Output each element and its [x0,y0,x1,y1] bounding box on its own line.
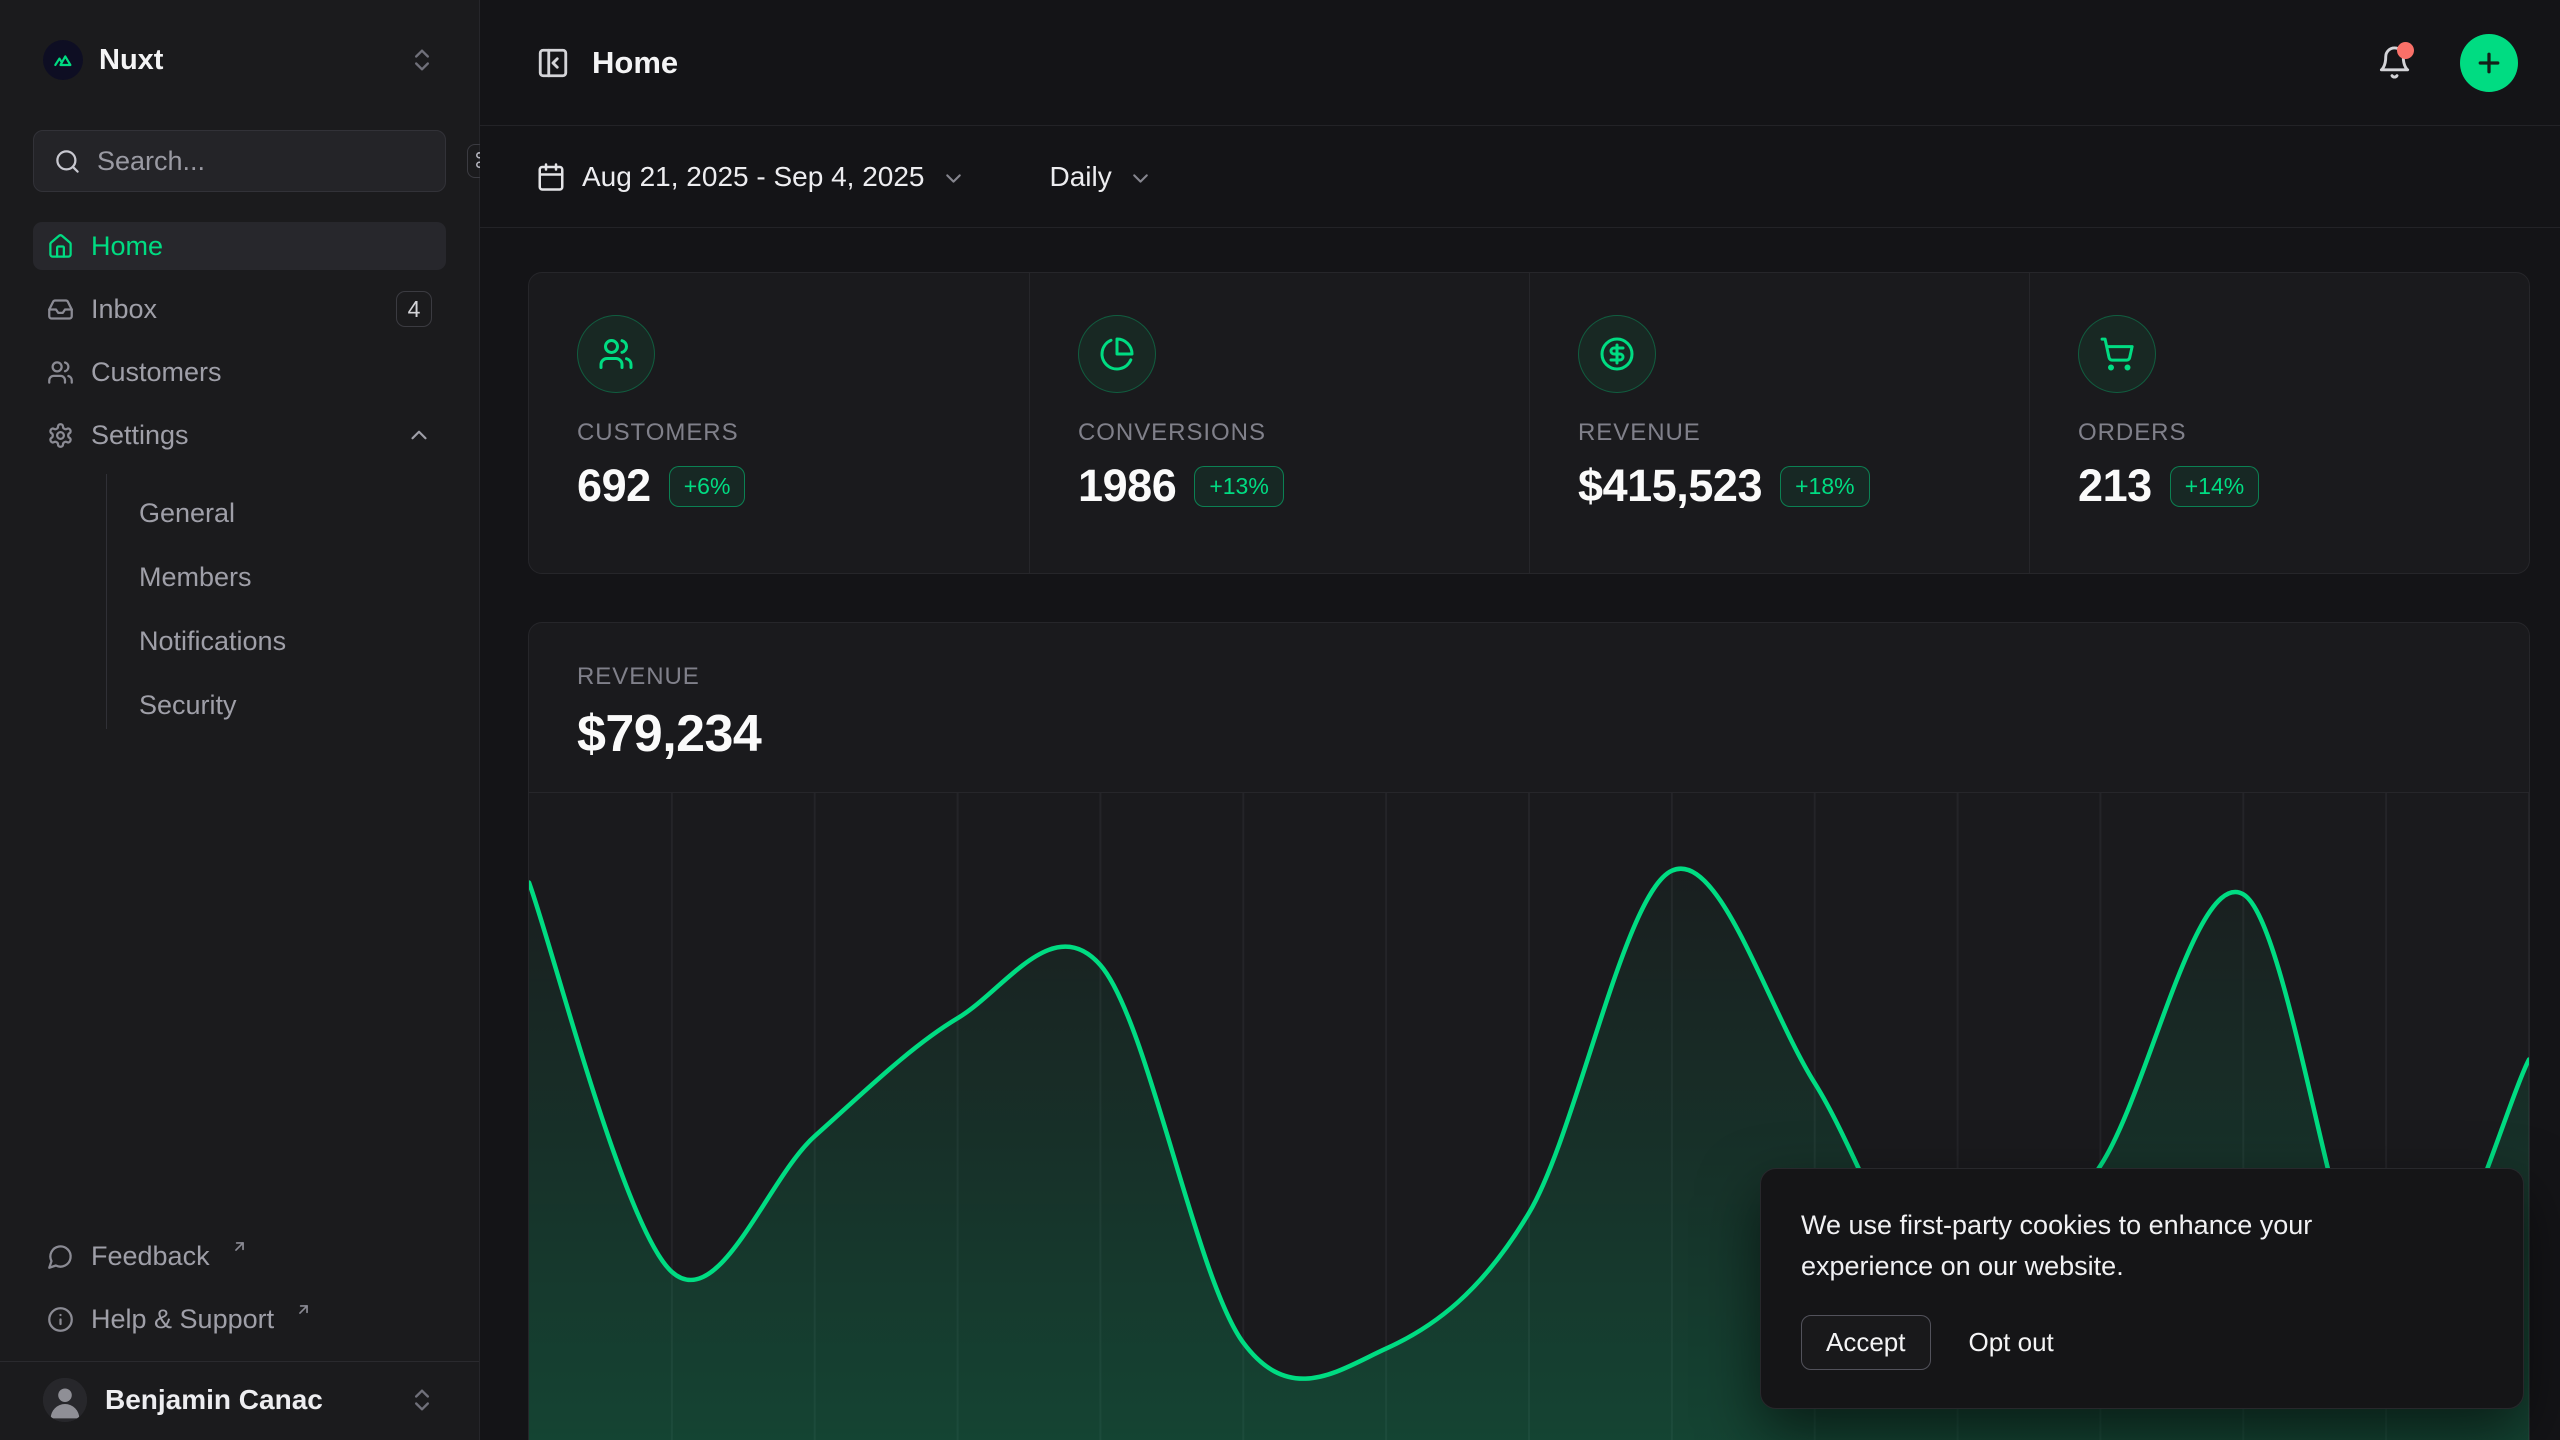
sidebar-item-members[interactable]: Members [107,553,413,601]
sidebar-subitem-label: Security [139,690,237,721]
inbox-icon [47,296,74,323]
granularity-value: Daily [1050,161,1112,193]
sidebar-item-label: Inbox [91,294,157,325]
sidebar: Nuxt ⌘ K Home [0,0,480,1440]
chevron-down-icon [941,166,966,191]
settings-subnav: General Members Notifications Security [106,474,413,729]
sidebar-subitem-label: General [139,498,235,529]
search-box[interactable]: ⌘ K [33,130,446,192]
stat-value: 1986 [1078,460,1176,512]
stat-value: $415,523 [1578,460,1762,512]
users-icon [577,315,655,393]
stat-label: CONVERSIONS [1078,419,1529,447]
user-name: Benjamin Canac [105,1384,323,1416]
cart-icon [2078,315,2156,393]
home-icon [47,233,74,260]
sidebar-item-notifications[interactable]: Notifications [107,617,413,665]
cookie-banner: We use first-party cookies to enhance yo… [1760,1168,2524,1409]
sidebar-subitem-label: Notifications [139,626,286,657]
calendar-icon [536,162,566,192]
stat-customers[interactable]: CUSTOMERS 692 +6% [529,273,1029,573]
notifications-button[interactable] [2377,45,2412,80]
sidebar-item-home[interactable]: Home [33,222,446,270]
inbox-count-badge: 4 [396,291,432,327]
sidebar-item-label: Home [91,231,163,262]
cookie-message: We use first-party cookies to enhance yo… [1801,1205,2421,1287]
stat-value: 213 [2078,460,2152,512]
accept-cookies-button[interactable]: Accept [1801,1315,1931,1370]
date-range-value: Aug 21, 2025 - Sep 4, 2025 [582,161,925,193]
stat-delta-badge: +18% [1780,466,1869,507]
opt-out-button[interactable]: Opt out [1969,1327,2054,1358]
stat-orders[interactable]: ORDERS 213 +14% [2029,273,2529,573]
sidebar-footer: Feedback Help & Support [0,1232,479,1343]
sidebar-item-settings[interactable]: Settings [33,411,446,459]
chart-total-value: $79,234 [577,704,2481,764]
stats-card: CUSTOMERS 692 +6% CONVERSIONS 1986 +13% [528,272,2530,574]
page-title: Home [592,45,678,81]
sidebar-subitem-label: Members [139,562,252,593]
add-button[interactable] [2460,34,2518,92]
feedback-label: Feedback [91,1241,210,1272]
sidebar-item-inbox[interactable]: Inbox 4 [33,285,446,333]
help-support-link[interactable]: Help & Support [33,1295,446,1343]
help-support-label: Help & Support [91,1304,274,1335]
panel-left-close-icon[interactable] [536,46,570,80]
chevrons-up-down-icon [408,46,436,74]
stat-value: 692 [577,460,651,512]
stat-label: CUSTOMERS [577,419,1029,447]
page-header: Home [480,0,2560,126]
stat-label: ORDERS [2078,419,2529,447]
sidebar-nav: Home Inbox 4 Customers [33,222,446,729]
message-circle-icon [47,1243,74,1270]
stat-label: REVENUE [1578,419,2029,447]
external-link-icon [231,1238,248,1255]
stat-delta-badge: +13% [1194,466,1283,507]
info-icon [47,1306,74,1333]
sidebar-item-label: Settings [91,420,189,451]
pie-chart-icon [1078,315,1156,393]
sidebar-item-customers[interactable]: Customers [33,348,446,396]
chevron-up-icon [406,422,432,448]
dollar-circle-icon [1578,315,1656,393]
chevron-down-icon [1128,166,1153,191]
search-input[interactable] [97,146,451,177]
stat-delta-badge: +6% [669,466,746,507]
nuxt-logo-icon [43,40,83,80]
sidebar-item-general[interactable]: General [107,489,413,537]
gear-icon [47,422,74,449]
avatar [43,1378,87,1422]
stat-conversions[interactable]: CONVERSIONS 1986 +13% [1029,273,1529,573]
chevrons-up-down-icon [408,1386,436,1414]
feedback-link[interactable]: Feedback [33,1232,446,1280]
user-menu[interactable]: Benjamin Canac [0,1362,479,1440]
workspace-selector[interactable]: Nuxt [33,34,446,86]
workspace-name: Nuxt [99,44,163,77]
chart-title: REVENUE [577,663,2481,691]
stat-delta-badge: +14% [2170,466,2259,507]
users-icon [47,359,74,386]
granularity-select[interactable]: Daily [1050,161,1153,193]
plus-icon [2474,48,2504,78]
filters-toolbar: Aug 21, 2025 - Sep 4, 2025 Daily [480,126,2560,228]
stat-revenue[interactable]: REVENUE $415,523 +18% [1529,273,2029,573]
notification-dot [2397,42,2414,59]
sidebar-item-label: Customers [91,357,222,388]
external-link-icon [295,1301,312,1318]
search-icon [54,148,81,175]
date-range-picker[interactable]: Aug 21, 2025 - Sep 4, 2025 [536,161,966,193]
sidebar-item-security[interactable]: Security [107,681,413,729]
